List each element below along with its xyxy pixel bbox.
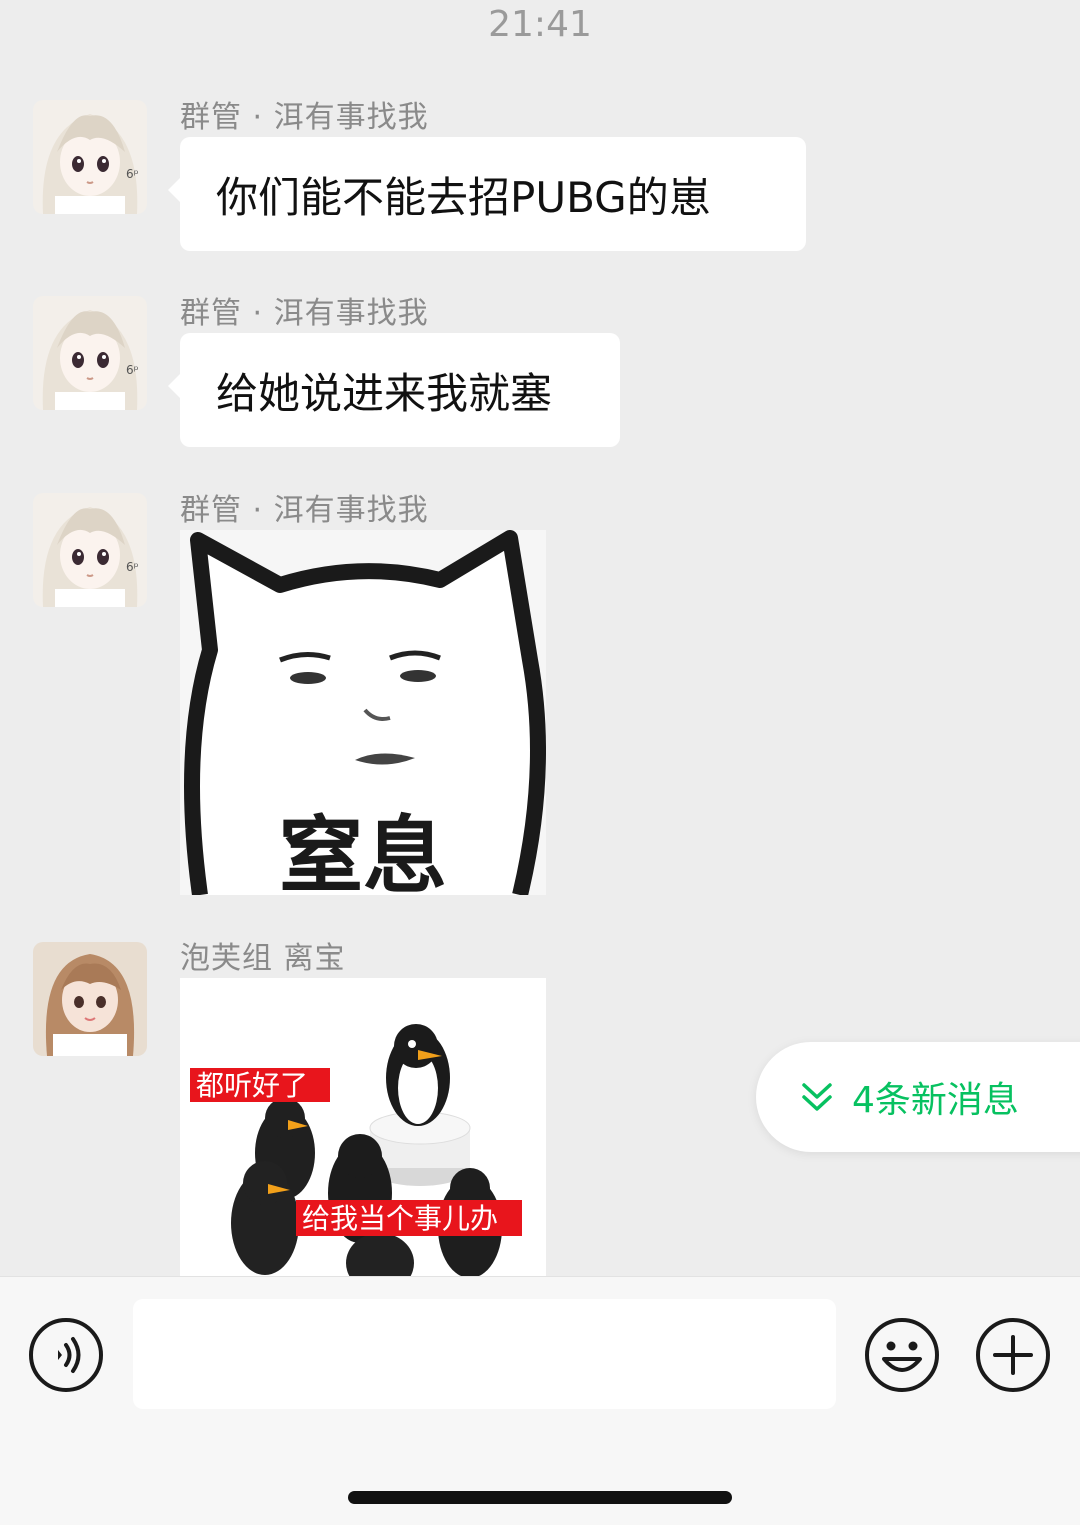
sender-avatar[interactable]: 6ᵖ (33, 493, 147, 607)
anime-girl-avatar-icon: 6ᵖ (33, 100, 147, 214)
plus-icon (976, 1318, 1050, 1392)
anime-girl-avatar-icon: 6ᵖ (33, 296, 147, 410)
emoji-button[interactable] (864, 1317, 940, 1393)
sender-avatar[interactable]: 6ᵖ (33, 296, 147, 410)
voice-button[interactable] (28, 1317, 104, 1393)
home-indicator (348, 1491, 732, 1504)
sender-name: 群管 · 洱有事找我 (180, 296, 429, 331)
more-button[interactable] (975, 1317, 1051, 1393)
svg-text:6ᵖ: 6ᵖ (126, 363, 139, 377)
new-messages-label: 4条新消息 (852, 1080, 1019, 1121)
cat-face-sticker-image: 窒息 (180, 530, 546, 895)
sticker-penguins[interactable]: 都听好了 给我当个事儿办 (180, 978, 546, 1276)
message-bubble[interactable]: 给她说进来我就塞 (168, 333, 620, 447)
double-chevron-down-icon (802, 1083, 832, 1111)
new-messages-button[interactable]: 4条新消息 (756, 1042, 1080, 1152)
input-bar (0, 1276, 1080, 1525)
smiley-icon (865, 1318, 939, 1392)
sticker-caption-top: 都听好了 (196, 1069, 308, 1102)
sender-name: 群管 · 洱有事找我 (180, 493, 429, 528)
chat-screen: 21:41 6ᵖ 群管 · 洱有事找我 你们能不能去招PUBG的崽 6ᵖ 群管 … (0, 0, 1080, 1525)
voice-icon (29, 1318, 103, 1392)
sticker-caption-bottom: 给我当个事儿办 (302, 1202, 498, 1235)
svg-text:6ᵖ: 6ᵖ (126, 167, 139, 181)
message-input[interactable] (133, 1299, 836, 1409)
sticker-caption: 窒息 (279, 807, 447, 895)
sender-name: 泡芙组 离宝 (180, 941, 346, 976)
penguins-sticker-image: 都听好了 给我当个事儿办 (180, 978, 546, 1276)
svg-text:6ᵖ: 6ᵖ (126, 560, 139, 574)
sender-avatar[interactable]: 6ᵖ (33, 100, 147, 214)
anime-girl-avatar-icon: 6ᵖ (33, 493, 147, 607)
message-bubble[interactable]: 你们能不能去招PUBG的崽 (168, 137, 806, 251)
message-timestamp: 21:41 (488, 4, 592, 45)
sender-name: 群管 · 洱有事找我 (180, 100, 429, 135)
girl-photo-avatar-icon (33, 942, 147, 1056)
sticker-cat-face[interactable]: 窒息 (180, 530, 546, 895)
sender-avatar[interactable] (33, 942, 147, 1056)
